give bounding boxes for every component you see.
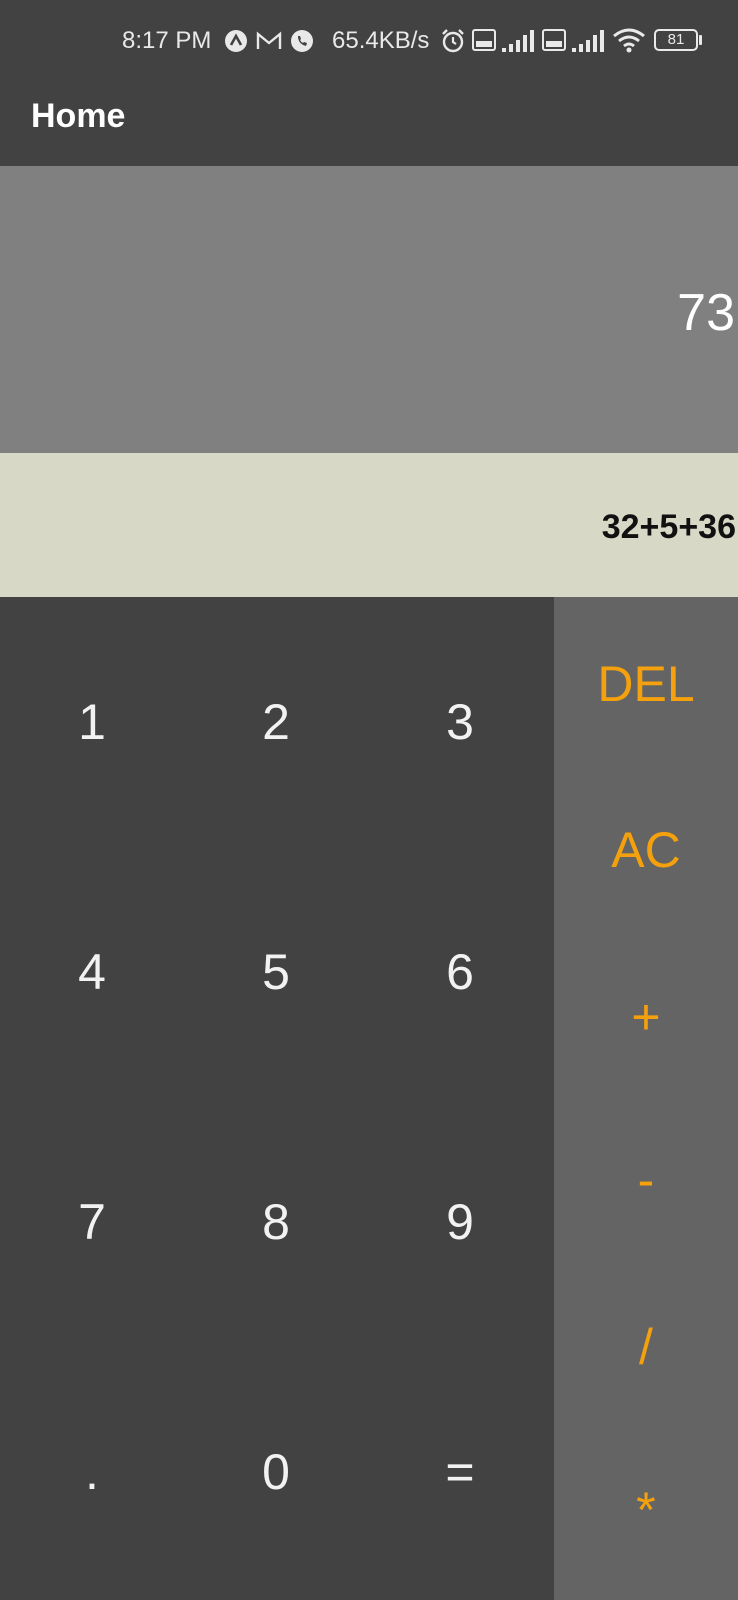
wifi-icon (613, 28, 645, 53)
volte-icon (472, 29, 496, 51)
key-9[interactable]: 9 (368, 1097, 552, 1347)
key-0[interactable]: 0 (184, 1347, 368, 1597)
battery-level: 81 (667, 31, 685, 48)
equals-button[interactable]: = (368, 1347, 552, 1597)
signal-icon (572, 30, 604, 52)
key-1[interactable]: 1 (0, 597, 184, 847)
app-bar: Home (0, 82, 738, 166)
key-5[interactable]: 5 (184, 847, 368, 1097)
keypad: 1 2 3 4 5 6 7 8 9 . 0 = (0, 597, 554, 1600)
key-3[interactable]: 3 (368, 597, 552, 847)
network-speed: 65.4KB/s (332, 27, 430, 54)
key-8[interactable]: 8 (184, 1097, 368, 1347)
page-title: Home (31, 97, 126, 135)
status-time: 8:17 PM (122, 27, 212, 54)
status-bar: 8:17 PM 65.4KB/s 81 (0, 0, 738, 82)
battery-tip (699, 35, 702, 45)
delete-button[interactable]: DEL (554, 624, 738, 744)
operator-panel: DEL AC + - / * (554, 597, 738, 1600)
key-6[interactable]: 6 (368, 847, 552, 1097)
gmail-icon (256, 31, 282, 49)
key-decimal[interactable]: . (0, 1347, 184, 1597)
add-button[interactable]: + (554, 957, 738, 1077)
signal-icon (502, 30, 534, 52)
result-panel: 73 (0, 166, 738, 453)
volte-icon (542, 29, 566, 51)
battery-icon: 81 (654, 29, 698, 51)
phone-icon (291, 30, 313, 52)
expression-panel: 32+5+36 (0, 453, 738, 597)
key-7[interactable]: 7 (0, 1097, 184, 1347)
alarm-icon (442, 29, 464, 53)
subtract-button[interactable]: - (554, 1120, 738, 1240)
key-2[interactable]: 2 (184, 597, 368, 847)
result-display: 73 (677, 284, 735, 342)
key-4[interactable]: 4 (0, 847, 184, 1097)
expression-display: 32+5+36 (601, 508, 736, 546)
divide-button[interactable]: / (554, 1287, 738, 1407)
nav-icon (225, 30, 247, 52)
clear-all-button[interactable]: AC (554, 790, 738, 910)
multiply-button[interactable]: * (554, 1450, 738, 1570)
